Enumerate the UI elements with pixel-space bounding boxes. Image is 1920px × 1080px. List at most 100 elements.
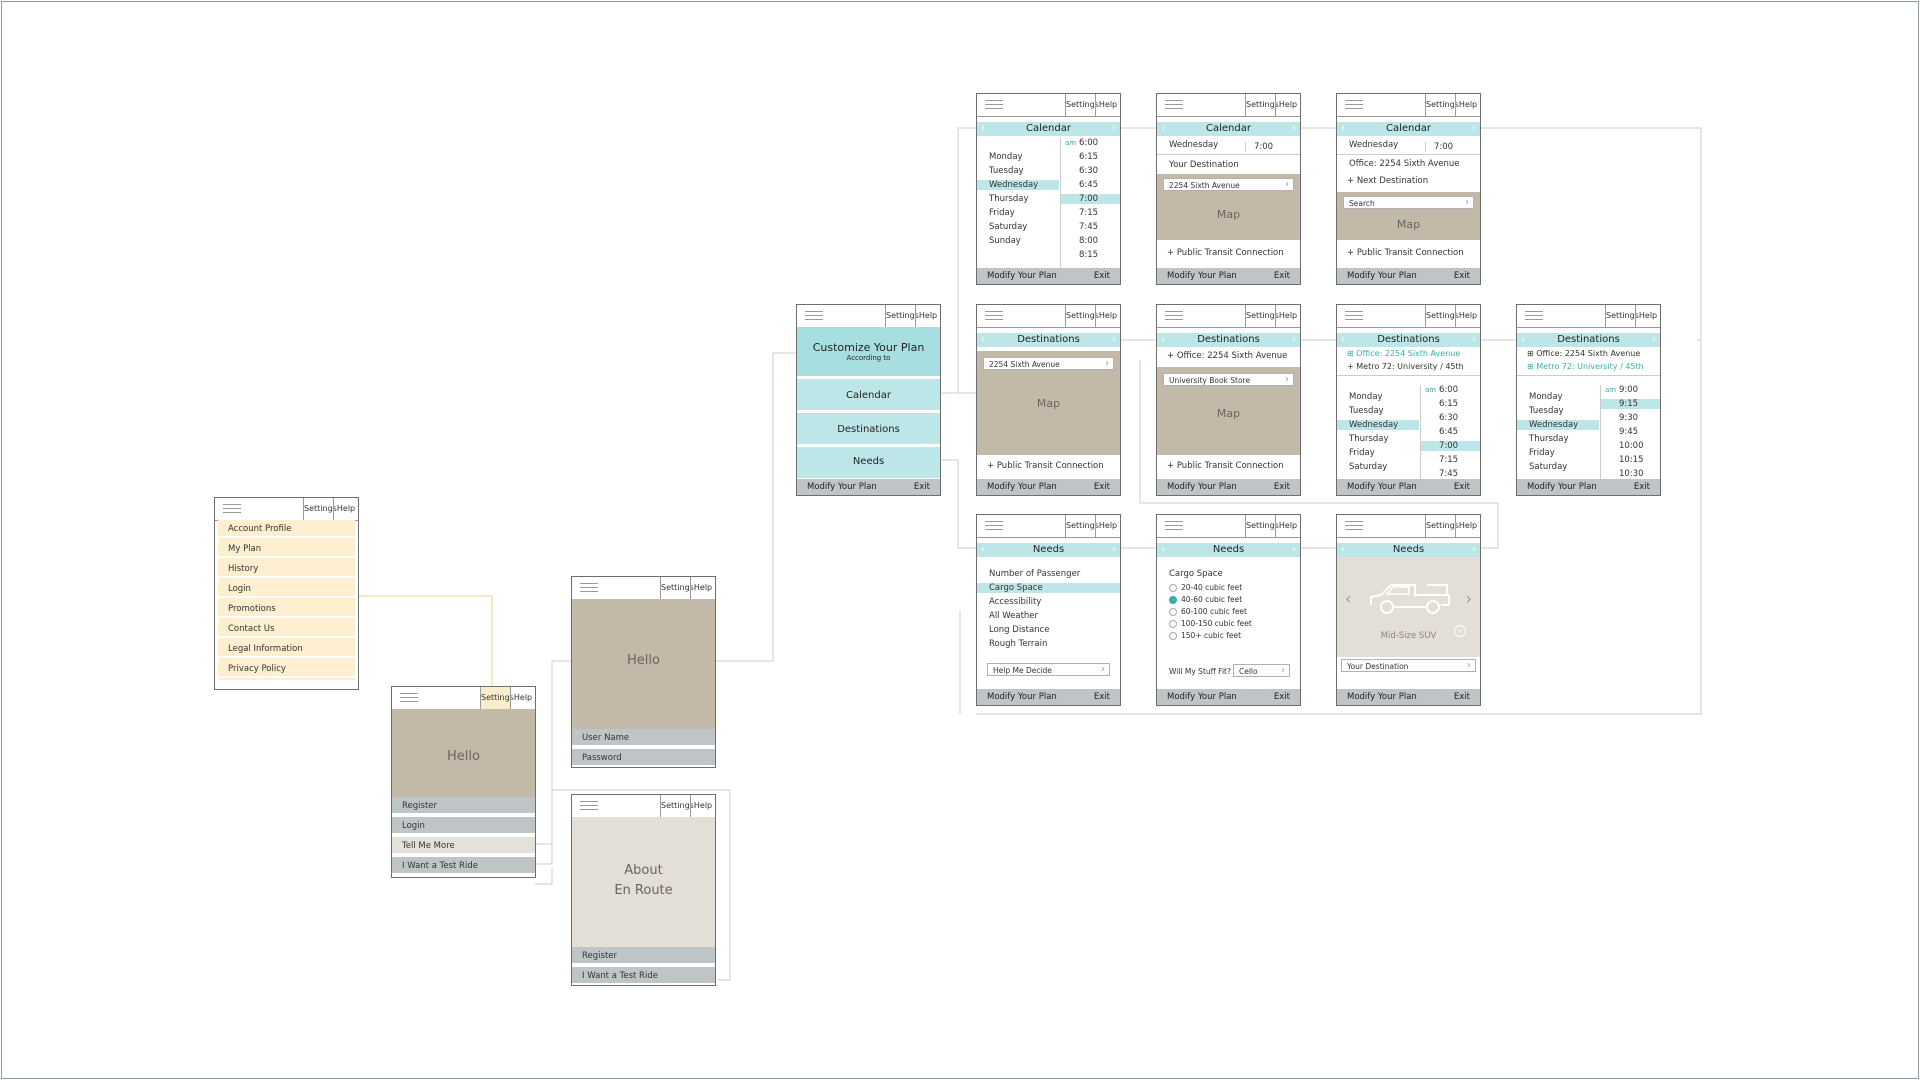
prev-arrow-icon[interactable]: ‹ <box>981 122 985 136</box>
cargo-option-40-60[interactable]: 40-60 cubic feet <box>1169 595 1242 604</box>
time-slot[interactable]: 9:30 <box>1619 413 1638 423</box>
day-monday[interactable]: Monday <box>1349 392 1383 402</box>
fit-item-input[interactable]: Cello <box>1233 664 1290 677</box>
day-tuesday[interactable]: Tuesday <box>1349 406 1384 416</box>
day-tuesday[interactable]: Tuesday <box>1529 406 1564 416</box>
hamburger-menu-icon[interactable] <box>1345 521 1363 531</box>
help-button[interactable]: Help <box>333 498 358 520</box>
need-rough-terrain[interactable]: Rough Terrain <box>989 639 1047 649</box>
hamburger-menu-icon[interactable] <box>1345 100 1363 110</box>
destination-input[interactable]: Your Destination <box>1341 659 1476 672</box>
next-arrow-icon[interactable]: › <box>1112 122 1116 136</box>
register-button[interactable]: Register <box>572 947 715 965</box>
hamburger-menu-icon[interactable] <box>1165 311 1183 321</box>
hamburger-menu-icon[interactable] <box>580 801 598 811</box>
menu-item-contact-us[interactable]: Contact Us <box>218 620 355 638</box>
destination-input[interactable]: 2254 Sixth Avenue <box>1163 178 1294 191</box>
time-slot[interactable]: 6:15 <box>1439 399 1458 409</box>
time-slot[interactable]: 8:00 <box>1079 236 1098 246</box>
exit-button[interactable]: Exit <box>1454 479 1470 495</box>
menu-item-my-plan[interactable]: My Plan <box>218 540 355 558</box>
settings-button[interactable]: Settings <box>660 577 694 599</box>
time-slot[interactable]: 10:15 <box>1619 455 1644 465</box>
time-slot[interactable]: 6:45 <box>1079 180 1098 190</box>
time-slot[interactable]: 6:00 <box>1439 385 1458 395</box>
modify-plan-button[interactable]: Modify Your Plan <box>1167 689 1237 705</box>
settings-button[interactable]: Settings <box>1425 515 1459 537</box>
next-arrow-icon[interactable]: › <box>1472 333 1476 347</box>
hamburger-menu-icon[interactable] <box>580 583 598 593</box>
settings-button[interactable]: Settings <box>1245 515 1279 537</box>
need-all-weather[interactable]: All Weather <box>989 611 1038 621</box>
help-button[interactable]: Help <box>915 305 940 327</box>
next-arrow-icon[interactable]: › <box>1472 122 1476 136</box>
prev-arrow-icon[interactable]: ‹ <box>981 543 985 557</box>
prev-arrow-icon[interactable]: ‹ <box>1161 543 1165 557</box>
settings-button[interactable]: Settings <box>303 498 337 520</box>
modify-plan-button[interactable]: Modify Your Plan <box>1167 268 1237 284</box>
day-friday[interactable]: Friday <box>989 208 1015 218</box>
time-slot[interactable]: 10:30 <box>1619 469 1644 479</box>
settings-button[interactable]: Settings <box>1605 305 1639 327</box>
time-slot[interactable]: 6:30 <box>1439 413 1458 423</box>
day-wednesday[interactable]: Wednesday <box>1529 420 1578 430</box>
settings-button[interactable]: Settings <box>1065 94 1099 116</box>
modify-plan-button[interactable]: Modify Your Plan <box>1167 479 1237 495</box>
search-input[interactable]: Search <box>1343 196 1474 209</box>
prev-arrow-icon[interactable]: ‹ <box>1521 333 1525 347</box>
settings-button[interactable]: Settings <box>1245 94 1279 116</box>
exit-button[interactable]: Exit <box>1634 479 1650 495</box>
modify-plan-button[interactable]: Modify Your Plan <box>807 479 877 495</box>
hamburger-menu-icon[interactable] <box>985 521 1003 531</box>
destination-input[interactable]: 2254 Sixth Avenue <box>983 357 1114 370</box>
day-saturday[interactable]: Saturday <box>989 222 1027 232</box>
office-destination-row[interactable]: + Office: 2254 Sixth Avenue <box>1167 351 1287 361</box>
day-wednesday[interactable]: Wednesday <box>1349 420 1398 430</box>
menu-item-login[interactable]: Login <box>218 580 355 598</box>
menu-item-account-profile[interactable]: Account Profile <box>218 520 355 538</box>
day-thursday[interactable]: Thursday <box>1529 434 1569 444</box>
time-slot[interactable]: 9:45 <box>1619 427 1638 437</box>
cargo-option-60-100[interactable]: 60-100 cubic feet <box>1169 607 1247 616</box>
hamburger-menu-icon[interactable] <box>1345 311 1363 321</box>
help-button[interactable]: Help <box>1455 515 1480 537</box>
office-destination-row[interactable]: ⊞ Office: 2254 Sixth Avenue <box>1527 349 1640 358</box>
day-monday[interactable]: Monday <box>989 152 1023 162</box>
time-slot[interactable]: 7:15 <box>1079 208 1098 218</box>
exit-button[interactable]: Exit <box>1454 268 1470 284</box>
help-button[interactable]: Help <box>1275 515 1300 537</box>
hamburger-menu-icon[interactable] <box>400 693 418 703</box>
next-arrow-icon[interactable]: › <box>1472 543 1476 557</box>
destinations-option[interactable]: Destinations <box>797 413 940 447</box>
settings-button[interactable]: Settings <box>1065 515 1099 537</box>
cargo-option-100-150[interactable]: 100-150 cubic feet <box>1169 619 1252 628</box>
help-button[interactable]: Help <box>1275 94 1300 116</box>
help-button[interactable]: Help <box>690 795 715 817</box>
settings-button[interactable]: Settings <box>660 795 694 817</box>
menu-item-legal-information[interactable]: Legal Information <box>218 640 355 658</box>
map-area[interactable]: University Book Store Map <box>1157 367 1300 455</box>
prev-arrow-icon[interactable]: ‹ <box>1341 122 1345 136</box>
day-saturday[interactable]: Saturday <box>1529 462 1567 472</box>
time-slot[interactable]: 7:45 <box>1439 469 1458 479</box>
next-arrow-icon[interactable]: › <box>1652 333 1656 347</box>
needs-option[interactable]: Needs <box>797 447 940 481</box>
help-button[interactable]: Help <box>1455 305 1480 327</box>
prev-vehicle-icon[interactable]: ‹ <box>1345 589 1351 608</box>
help-button[interactable]: Help <box>1095 94 1120 116</box>
map-area[interactable]: Search Map <box>1337 192 1480 240</box>
modify-plan-button[interactable]: Modify Your Plan <box>987 689 1057 705</box>
exit-button[interactable]: Exit <box>1274 479 1290 495</box>
exit-button[interactable]: Exit <box>1274 268 1290 284</box>
help-button[interactable]: Help <box>690 577 715 599</box>
office-destination-row[interactable]: ⊞ Office: 2254 Sixth Avenue <box>1347 349 1460 358</box>
metro-connection-row[interactable]: ⊞ Metro 72: University / 45th <box>1527 362 1644 371</box>
help-button[interactable]: Help <box>1095 305 1120 327</box>
next-arrow-icon[interactable]: › <box>1292 333 1296 347</box>
modify-plan-button[interactable]: Modify Your Plan <box>987 268 1057 284</box>
password-field[interactable]: Password <box>572 749 715 767</box>
help-button[interactable]: Help <box>1455 94 1480 116</box>
cargo-option-20-40[interactable]: 20-40 cubic feet <box>1169 583 1242 592</box>
transit-connection-row[interactable]: + Public Transit Connection <box>1167 248 1284 258</box>
day-friday[interactable]: Friday <box>1529 448 1555 458</box>
